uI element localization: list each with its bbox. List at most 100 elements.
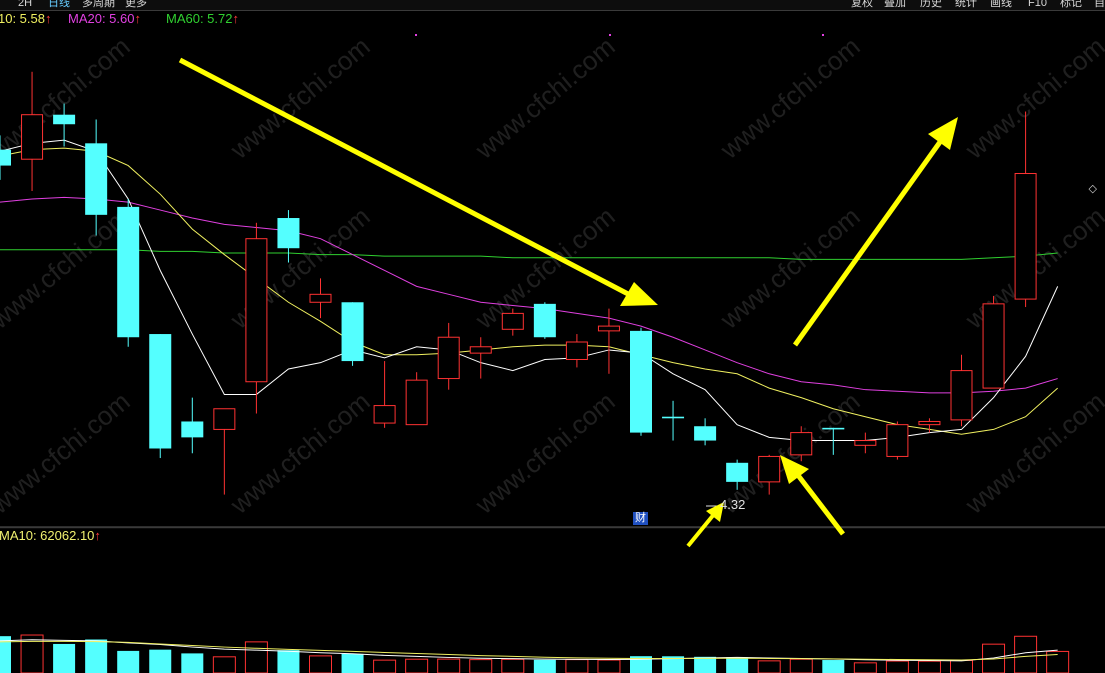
candle-body xyxy=(0,149,11,166)
volume-bars xyxy=(0,634,1070,673)
volume-ma10-legend: MA10: 62062.10↑ xyxy=(0,528,101,543)
candle-body xyxy=(982,303,1005,389)
volume-bar xyxy=(149,649,172,673)
volume-ma10-value: MA10: 62062.10 xyxy=(0,528,95,543)
volume-bar xyxy=(694,656,717,673)
volume-bar xyxy=(277,650,300,673)
candle-body xyxy=(245,238,268,383)
candle-up xyxy=(213,408,236,495)
volume-bar xyxy=(181,653,204,673)
volume-bar xyxy=(437,658,461,673)
volume-bar xyxy=(917,660,941,673)
financial-report-badge[interactable]: 财 xyxy=(633,512,648,525)
candle-body xyxy=(630,330,652,433)
event-dot xyxy=(415,34,417,36)
watermark-text: www.cfchi.com xyxy=(0,31,136,165)
volume-bar xyxy=(853,662,877,673)
candle-body xyxy=(437,336,460,380)
volume-bar xyxy=(757,660,781,673)
volume-bar xyxy=(726,657,749,673)
candle-up xyxy=(886,421,909,460)
low-price-label: 4.32 xyxy=(720,497,746,512)
candle-up xyxy=(1014,111,1037,308)
volume-bar xyxy=(885,660,909,673)
candle-body xyxy=(950,370,973,421)
volume-bar xyxy=(533,659,556,673)
volume-bar xyxy=(117,650,140,673)
candle-body xyxy=(694,426,717,441)
volume-bar xyxy=(20,634,44,673)
candle-body xyxy=(405,379,428,426)
candle-down xyxy=(694,418,717,446)
candle-up xyxy=(21,71,44,191)
bottom-arrow-shaft xyxy=(792,468,845,536)
ma60-legend: MA60: 5.72↑ xyxy=(166,11,239,27)
watermark-text: www.cfchi.com xyxy=(469,31,621,165)
candle-body xyxy=(341,302,364,362)
low-arrow-shaft xyxy=(686,511,717,548)
volume-bar xyxy=(822,660,845,673)
watermark-text: www.cfchi.com xyxy=(0,201,136,335)
volume-bar xyxy=(1014,635,1038,673)
candle-body xyxy=(790,432,813,456)
candle-up xyxy=(373,361,396,428)
candle-down xyxy=(341,302,364,366)
watermark-text: www.cfchi.com xyxy=(959,386,1105,520)
volume-bar xyxy=(789,658,813,673)
candle-down xyxy=(533,302,556,339)
candle-body xyxy=(533,303,556,338)
candle-up xyxy=(982,295,1005,389)
volume-bar xyxy=(373,659,397,673)
volume-bar xyxy=(309,655,332,673)
ma60-legend-value: MA60: 5.72 xyxy=(166,11,233,26)
candle-body xyxy=(21,114,44,160)
candle-body xyxy=(277,218,300,249)
uptrend-arrow-head xyxy=(928,117,958,150)
volume-bar xyxy=(597,659,621,673)
candle-up xyxy=(597,308,620,374)
candle-body xyxy=(149,334,172,449)
candle-down xyxy=(662,400,685,441)
watermark-text: www.cfchi.com xyxy=(714,31,866,165)
candle-body xyxy=(597,325,620,332)
candle-body xyxy=(501,312,524,330)
volume-bar xyxy=(85,639,108,673)
ma10-legend: 10: 5.58↑ xyxy=(0,11,52,27)
candle-up xyxy=(405,372,428,426)
volume-bar xyxy=(565,659,589,673)
candle-down xyxy=(181,397,204,454)
candle-body xyxy=(469,346,492,354)
volume-bar xyxy=(405,658,429,673)
volume-bar xyxy=(501,658,525,673)
watermark-text: www.cfchi.com xyxy=(224,31,376,165)
event-dot xyxy=(822,34,824,36)
volume-ma10-arrow: ↑ xyxy=(94,528,101,543)
candle-body xyxy=(85,143,108,215)
candle-body xyxy=(886,424,909,457)
volume-bar xyxy=(53,643,76,673)
candle-body xyxy=(726,462,749,482)
candle-up xyxy=(565,334,588,368)
ma60-up-arrow: ↑ xyxy=(232,11,240,26)
volume-bar xyxy=(469,659,493,673)
candle-body xyxy=(117,206,140,338)
watermark-text: www.cfchi.com xyxy=(0,386,136,520)
ma20-legend: MA20: 5.60↑ xyxy=(68,11,141,27)
watermark-text: www.cfchi.com xyxy=(714,201,866,335)
candle-body xyxy=(918,420,941,426)
volume-bar xyxy=(341,653,364,673)
candle-body xyxy=(213,408,236,430)
watermark-text: www.cfchi.com xyxy=(469,386,621,520)
candle-up xyxy=(245,222,268,414)
candlestick-chart[interactable]: www.cfchi.com www.cfchi.com www.cfchi.com w… xyxy=(0,0,1105,673)
watermark-text: www.cfchi.com xyxy=(224,386,376,520)
stock-chart-window: 2H 日线 多周期 更多 复权 叠加 历史 统计 画线 F10 标记 自 www… xyxy=(0,0,1105,673)
candle-body xyxy=(662,416,685,419)
candle-body xyxy=(565,341,588,360)
volume-bar xyxy=(244,641,268,673)
candle-up xyxy=(950,354,973,427)
candle-up xyxy=(437,322,460,390)
diamond-marker-icon[interactable]: ◇ xyxy=(1089,182,1097,195)
candle-up xyxy=(469,337,492,379)
candle-body xyxy=(854,440,877,446)
